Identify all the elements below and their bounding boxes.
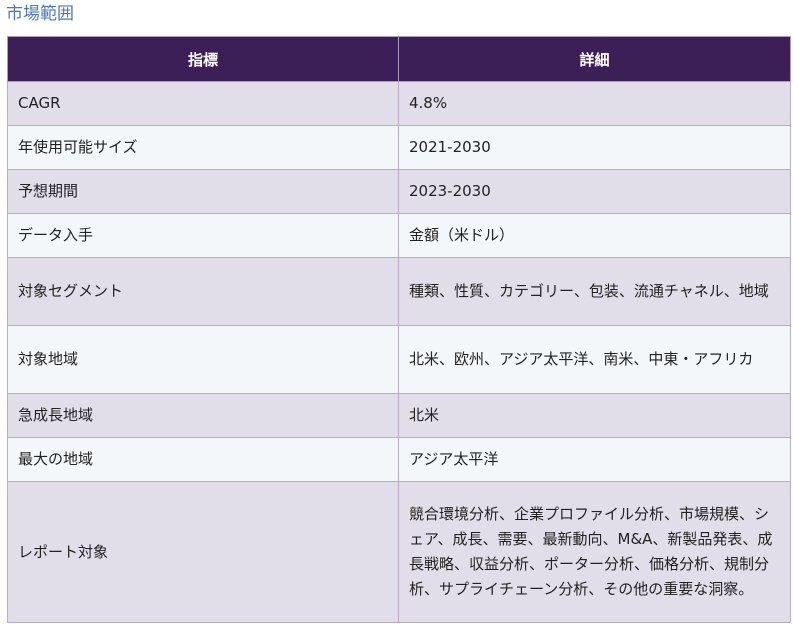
- table-row: 最大の地域 アジア太平洋: [7, 437, 791, 482]
- section-title: 市場範囲: [6, 4, 74, 24]
- row-metric: レポート対象: [7, 481, 399, 623]
- row-detail: アジア太平洋: [398, 437, 791, 482]
- row-metric: 予想期間: [7, 169, 399, 214]
- row-metric: 最大の地域: [7, 437, 399, 482]
- row-metric: CAGR: [7, 81, 399, 126]
- table-row: CAGR 4.8%: [7, 81, 791, 126]
- row-detail: 金額（米ドル）: [398, 213, 791, 258]
- row-detail: 2023-2030: [398, 169, 791, 214]
- header-detail: 詳細: [398, 36, 791, 82]
- row-detail: 北米、欧州、アジア太平洋、南米、中東・アフリカ: [398, 325, 791, 394]
- table-header-row: 指標 詳細: [7, 36, 791, 82]
- row-detail: 2021-2030: [398, 125, 791, 170]
- table-row: 急成長地域 北米: [7, 393, 791, 438]
- row-detail: 北米: [398, 393, 791, 438]
- header-metric: 指標: [7, 36, 399, 82]
- row-metric: 急成長地域: [7, 393, 399, 438]
- table-row: 対象地域 北米、欧州、アジア太平洋、南米、中東・アフリカ: [7, 325, 791, 394]
- table-row: 年使用可能サイズ 2021-2030: [7, 125, 791, 170]
- row-metric: データ入手: [7, 213, 399, 258]
- row-detail: 4.8%: [398, 81, 791, 126]
- market-scope-page: 市場範囲 指標 詳細 CAGR 4.8% 年使用可能サイズ 2021-2030 …: [0, 0, 793, 634]
- row-detail: 種類、性質、カテゴリー、包装、流通チャネル、地域: [398, 257, 791, 326]
- row-metric: 対象セグメント: [7, 257, 399, 326]
- table-row: 予想期間 2023-2030: [7, 169, 791, 214]
- row-metric: 対象地域: [7, 325, 399, 394]
- table-row: 対象セグメント 種類、性質、カテゴリー、包装、流通チャネル、地域: [7, 257, 791, 326]
- table-row: データ入手 金額（米ドル）: [7, 213, 791, 258]
- row-detail: 競合環境分析、企業プロファイル分析、市場規模、シェア、成長、需要、最新動向、M&…: [398, 481, 791, 623]
- market-scope-table: 指標 詳細 CAGR 4.8% 年使用可能サイズ 2021-2030 予想期間 …: [7, 36, 791, 623]
- table-row: レポート対象 競合環境分析、企業プロファイル分析、市場規模、シェア、成長、需要、…: [7, 481, 791, 623]
- row-metric: 年使用可能サイズ: [7, 125, 399, 170]
